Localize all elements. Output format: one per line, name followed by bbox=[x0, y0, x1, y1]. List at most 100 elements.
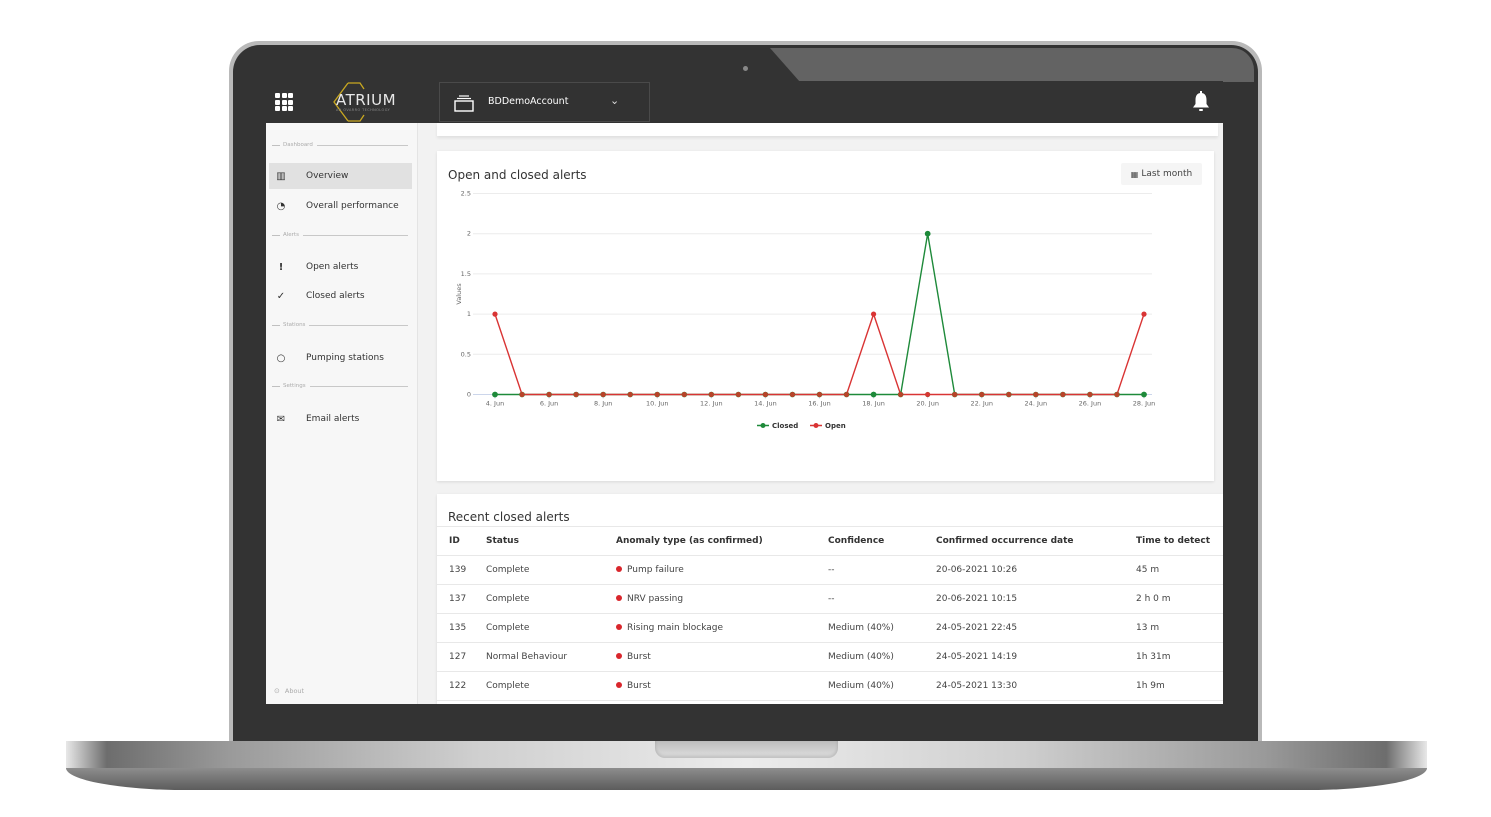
data-point-open bbox=[1006, 391, 1012, 398]
cell-time-to-detect: 45 m bbox=[1136, 555, 1223, 585]
data-point-open bbox=[1060, 391, 1066, 398]
data-point-open bbox=[600, 391, 606, 398]
cell-occurrence-date: 20-06-2021 10:26 bbox=[936, 555, 1136, 585]
cell-id: 122 bbox=[437, 671, 486, 701]
cell-occurrence-date: 24-05-2021 14:19 bbox=[936, 642, 1136, 672]
sidebar-item-label: Overall performance bbox=[306, 201, 399, 211]
data-point-closed bbox=[492, 391, 498, 398]
column-header-status[interactable]: Status bbox=[486, 526, 616, 556]
column-header-time-to-detect[interactable]: Time to detect bbox=[1136, 526, 1223, 556]
sidebar-item-open-alerts[interactable]: ! Open alerts bbox=[269, 254, 412, 280]
sidebar-item-label: Email alerts bbox=[306, 414, 360, 424]
x-tick-label: 24. Jun bbox=[1025, 400, 1048, 408]
data-point-open bbox=[1114, 391, 1120, 398]
x-tick-label: 18. Jun bbox=[862, 400, 885, 408]
table-row[interactable]: 127 Normal Behaviour Burst Medium (40%) 24-0… bbox=[437, 642, 1223, 672]
about-link[interactable]: ⊙ About bbox=[274, 687, 304, 695]
apps-grid-icon[interactable] bbox=[275, 93, 293, 111]
envelope-icon: ✉ bbox=[276, 413, 286, 425]
anomaly-status-dot bbox=[616, 682, 622, 688]
sidebar-item-overview[interactable]: ▥ Overview bbox=[269, 163, 412, 189]
account-name: BDDemoAccount bbox=[488, 96, 569, 107]
chevron-down-icon: ⌄ bbox=[610, 94, 620, 107]
logo-text: ATRIUM bbox=[336, 91, 397, 109]
x-tick-label: 22. Jun bbox=[970, 400, 993, 408]
y-tick-label: 1.5 bbox=[461, 270, 471, 278]
table-row[interactable]: 139 Complete Pump failure -- 20-06-2021 10:2… bbox=[437, 555, 1223, 585]
sidebar-item-label: Closed alerts bbox=[306, 291, 365, 301]
table-row[interactable]: 122 Complete Burst Medium (40%) 24-05-2021 1… bbox=[437, 671, 1223, 701]
cell-time-to-detect: 13 m bbox=[1136, 613, 1223, 643]
table-row[interactable]: 137 Complete NRV passing -- 20-06-2021 10:15… bbox=[437, 584, 1223, 614]
droplet-icon: ○ bbox=[276, 352, 286, 364]
data-point-open bbox=[898, 391, 904, 398]
cell-status: Complete bbox=[486, 613, 616, 643]
bell-icon[interactable] bbox=[1191, 91, 1211, 113]
data-point-open bbox=[925, 392, 930, 397]
account-selector[interactable]: BDDemoAccount ⌄ bbox=[439, 82, 650, 122]
sidebar-section-alerts: Alerts bbox=[272, 232, 408, 238]
table-row[interactable]: 135 Complete Rising main blockage Medium (4… bbox=[437, 613, 1223, 643]
data-point-open bbox=[843, 391, 850, 398]
check-icon: ✓ bbox=[276, 290, 286, 302]
column-header-occurrence-date[interactable]: Confirmed occurrence date bbox=[936, 526, 1136, 556]
recent-closed-alerts-table: ID Status Anomaly type (as confirmed) Co… bbox=[437, 526, 1223, 701]
data-point-open bbox=[1087, 391, 1093, 398]
sidebar-item-pumping-stations[interactable]: ○ Pumping stations bbox=[269, 345, 412, 371]
anomaly-label: Pump failure bbox=[627, 565, 684, 575]
cell-id: 127 bbox=[437, 642, 486, 672]
top-card-edge bbox=[437, 123, 1218, 136]
data-point-open bbox=[546, 391, 552, 398]
cell-anomaly-type: Rising main blockage bbox=[616, 613, 828, 643]
cell-status: Complete bbox=[486, 555, 616, 585]
column-header-confidence[interactable]: Confidence bbox=[828, 526, 936, 556]
data-point-closed bbox=[924, 230, 931, 237]
laptop-notch bbox=[655, 741, 838, 758]
x-tick-label: 12. Jun bbox=[700, 400, 723, 408]
x-tick-label: 4. Jun bbox=[486, 400, 504, 408]
gauge-icon: ◔ bbox=[276, 200, 286, 212]
cell-confidence: Medium (40%) bbox=[828, 642, 936, 672]
cell-status: Complete bbox=[486, 584, 616, 614]
column-header-id[interactable]: ID bbox=[437, 526, 486, 556]
building-icon: ▥ bbox=[276, 170, 286, 182]
top-bar: ATRIUM AN OVARRO TECHNOLOGY BDDemoAccoun… bbox=[266, 81, 1223, 123]
cell-confidence: -- bbox=[828, 555, 936, 585]
column-header-anomaly-type[interactable]: Anomaly type (as confirmed) bbox=[616, 526, 828, 556]
data-point-open bbox=[708, 391, 714, 398]
x-tick-label: 14. Jun bbox=[754, 400, 777, 408]
about-label: About bbox=[284, 687, 305, 695]
anomaly-label: Burst bbox=[627, 681, 651, 691]
legend-label-closed[interactable]: Closed bbox=[772, 422, 798, 430]
data-point-open bbox=[762, 391, 769, 398]
logo-subtext: AN OVARRO TECHNOLOGY bbox=[336, 108, 391, 112]
info-icon: ⊙ bbox=[274, 687, 280, 695]
sidebar-item-closed-alerts[interactable]: ✓ Closed alerts bbox=[269, 283, 412, 309]
anomaly-status-dot bbox=[616, 624, 622, 630]
x-tick-label: 28. Jun bbox=[1133, 400, 1156, 408]
x-tick-label: 16. Jun bbox=[808, 400, 831, 408]
data-point-open bbox=[627, 391, 633, 398]
cell-occurrence-date: 24-05-2021 13:30 bbox=[936, 671, 1136, 701]
sidebar-item-label: Open alerts bbox=[306, 262, 359, 272]
alerts-line-chart: 0 0.5 1 1.5 2 2.5 Values 4. Jun 6. Jun 8. Jun 10. … bbox=[455, 190, 1156, 431]
x-tick-label: 8. Jun bbox=[594, 400, 612, 408]
data-point-open bbox=[735, 391, 741, 398]
anomaly-status-dot bbox=[616, 653, 622, 659]
sidebar-item-overall-performance[interactable]: ◔ Overall performance bbox=[269, 193, 412, 219]
account-stack-icon bbox=[454, 95, 474, 112]
cell-id: 137 bbox=[437, 584, 486, 614]
sidebar-item-email-alerts[interactable]: ✉ Email alerts bbox=[269, 406, 412, 432]
legend-label-open[interactable]: Open bbox=[825, 422, 846, 430]
data-point-open bbox=[1141, 311, 1147, 317]
data-point-open bbox=[789, 391, 796, 398]
legend-marker-closed bbox=[760, 423, 766, 428]
cell-occurrence-date: 24-05-2021 22:45 bbox=[936, 613, 1136, 643]
y-tick-label: 2 bbox=[467, 230, 471, 238]
sidebar-item-label: Overview bbox=[306, 171, 349, 181]
x-tick-label: 6. Jun bbox=[540, 400, 558, 408]
exclamation-icon: ! bbox=[278, 261, 284, 273]
data-point-open bbox=[979, 391, 985, 398]
open-closed-alerts-card: Open and closed alerts ▦ Last month 0 0.5… bbox=[437, 151, 1214, 481]
y-axis-title: Values bbox=[455, 283, 463, 305]
